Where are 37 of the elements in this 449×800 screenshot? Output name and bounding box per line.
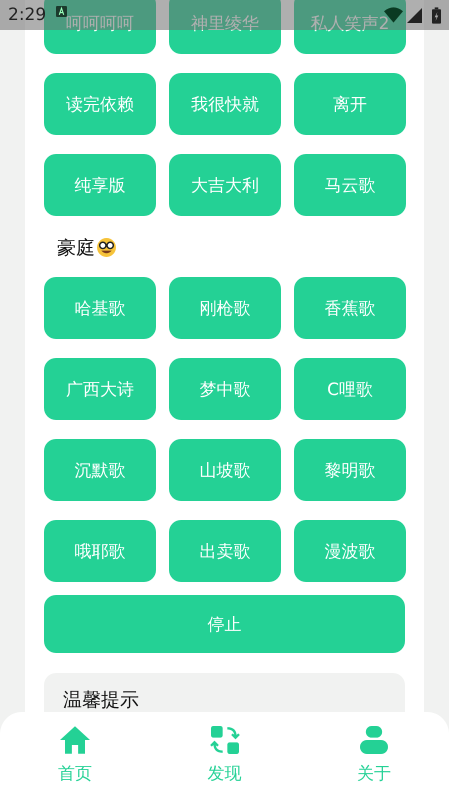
sound-button[interactable]: 香蕉歌 [294, 277, 406, 340]
sound-button[interactable]: 沉默歌 [44, 439, 156, 502]
sound-button[interactable]: 马云歌 [294, 154, 406, 216]
sound-button[interactable]: 出卖歌 [169, 520, 281, 582]
sound-button[interactable]: 哦耶歌 [44, 520, 156, 582]
nav-tab[interactable]: 关于 [299, 712, 449, 800]
sound-button[interactable]: 离开 [294, 73, 406, 135]
home-icon [60, 726, 90, 754]
sound-button[interactable]: C哩歌 [294, 358, 406, 420]
sound-button[interactable]: 神里绫华 [169, 0, 281, 54]
section-title: 豪庭 [57, 236, 95, 261]
sound-button[interactable]: 私人笑声2 [294, 0, 406, 54]
nav-label: 关于 [357, 763, 392, 785]
nav-label: 首页 [58, 763, 92, 785]
signal-icon [407, 8, 422, 22]
sound-button[interactable]: 呵呵呵呵 [44, 0, 156, 54]
sound-button[interactable]: 漫波歌 [294, 520, 406, 582]
sound-button[interactable]: 纯享版 [44, 154, 156, 216]
sound-button[interactable]: 哈基歌 [44, 277, 156, 340]
nav-tab[interactable]: 发现 [150, 712, 300, 800]
swap-squares-icon [210, 726, 240, 754]
nav-tab[interactable]: 首页 [0, 712, 150, 800]
sound-button[interactable]: 梦中歌 [169, 358, 281, 420]
sound-button[interactable]: 广西大诗 [44, 358, 156, 420]
stop-button[interactable]: 停止 [44, 595, 405, 653]
sound-button[interactable]: 山坡歌 [169, 439, 281, 502]
nav-label: 发现 [208, 763, 242, 785]
sound-button[interactable]: 刚枪歌 [169, 277, 281, 340]
tip-title: 温馨提示 [63, 688, 140, 713]
person-icon [359, 726, 390, 754]
battery-icon [432, 6, 441, 24]
sound-button[interactable]: 黎明歌 [294, 439, 406, 502]
notification-icon [56, 6, 68, 17]
sound-button[interactable]: 我很快就 [169, 73, 281, 135]
sound-button[interactable]: 大吉大利 [169, 154, 281, 216]
sound-button[interactable]: 读完依赖 [44, 73, 156, 135]
emoji-icon [96, 237, 117, 258]
